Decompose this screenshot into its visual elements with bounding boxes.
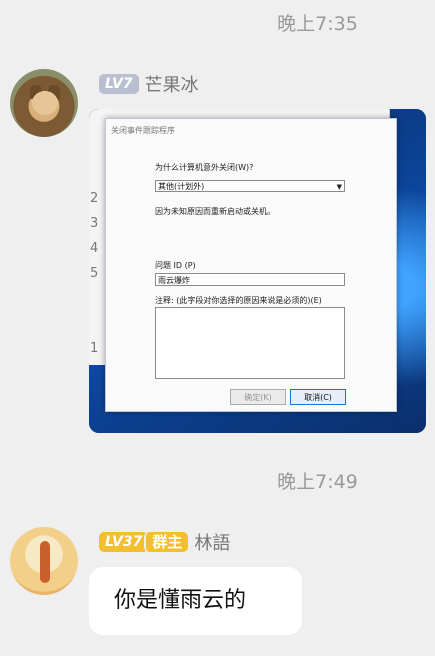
sender-info: LV7 芒果冰 bbox=[99, 71, 199, 97]
image-message[interactable]: 2 3 4 5 1 关闭事件跟踪程序 为什么计算机意外关闭(W)? 其他(计划外… bbox=[89, 109, 426, 433]
avatar-decoration bbox=[32, 91, 58, 115]
sender-name[interactable]: 林語 bbox=[194, 529, 230, 555]
timestamp: 晚上7:49 bbox=[277, 471, 358, 493]
group-owner-badge: 群主 bbox=[144, 532, 189, 552]
chevron-down-icon: ▼ bbox=[336, 183, 342, 191]
dialog-title: 关闭事件跟踪程序 bbox=[111, 126, 175, 135]
reason-description: 因为未知原因而重新启动或关机。 bbox=[155, 207, 275, 216]
sender-info: LV37 群主 林語 bbox=[99, 529, 230, 555]
bg-number: 2 bbox=[90, 191, 99, 206]
comment-label: 注释: (此字段对你选择的原因来说是必须的)(E) bbox=[155, 296, 322, 305]
level-badge: LV37 bbox=[99, 532, 149, 552]
cancel-button: 取消(C) bbox=[290, 389, 346, 405]
problem-id-field: 雨云爆炸 bbox=[155, 273, 345, 286]
bg-number: 5 bbox=[90, 266, 99, 281]
text-message[interactable]: 你是懂雨云的 bbox=[89, 567, 302, 635]
level-badge: LV7 bbox=[99, 74, 139, 94]
bg-number: 3 bbox=[90, 216, 99, 231]
reason-select-value: 其他(计划外) bbox=[158, 182, 205, 191]
comment-field bbox=[155, 307, 345, 379]
avatar-decoration bbox=[40, 541, 50, 583]
bg-number: 4 bbox=[90, 241, 99, 256]
avatar[interactable] bbox=[10, 527, 78, 595]
timestamp: 晚上7:35 bbox=[277, 13, 358, 35]
bg-number: 1 bbox=[90, 341, 99, 356]
question-label: 为什么计算机意外关闭(W)? bbox=[155, 163, 254, 172]
avatar[interactable] bbox=[10, 69, 78, 137]
reason-select: 其他(计划外) ▼ bbox=[155, 180, 345, 192]
sender-name[interactable]: 芒果冰 bbox=[145, 71, 199, 97]
shutdown-tracker-dialog: 关闭事件跟踪程序 为什么计算机意外关闭(W)? 其他(计划外) ▼ 因为未知原因… bbox=[105, 118, 397, 412]
ok-button: 确定(K) bbox=[230, 389, 286, 405]
problem-id-label: 问题 ID (P) bbox=[155, 261, 196, 270]
